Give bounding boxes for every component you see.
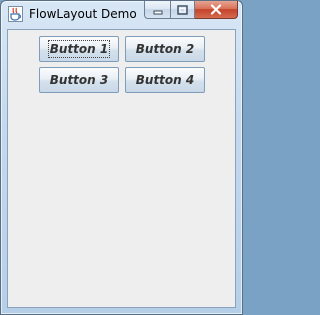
button-4-label: Button 4 [135, 73, 195, 87]
minimize-button[interactable] [144, 1, 170, 19]
minimize-icon [153, 0, 163, 19]
close-button[interactable] [195, 1, 238, 19]
java-cup-icon[interactable] [8, 6, 23, 22]
button-3[interactable]: Button 3 [39, 67, 119, 93]
maximize-icon [177, 0, 188, 19]
button-1[interactable]: Button 1 [39, 36, 119, 62]
title-bar[interactable]: FlowLayout Demo [1, 1, 242, 27]
button-3-label: Button 3 [49, 73, 109, 87]
content-pane: Button 1 Button 2 Button 3 Button 4 [7, 29, 236, 308]
caption-buttons [144, 1, 238, 20]
window-title: FlowLayout Demo [29, 7, 137, 21]
button-2-label: Button 2 [135, 42, 195, 56]
application-window: FlowLayout Demo Button 1 Button 2 Button… [0, 0, 243, 315]
button-1-label: Button 1 [47, 40, 111, 58]
maximize-button[interactable] [170, 1, 195, 19]
button-4[interactable]: Button 4 [125, 67, 205, 93]
close-icon [210, 0, 222, 19]
button-2[interactable]: Button 2 [125, 36, 205, 62]
